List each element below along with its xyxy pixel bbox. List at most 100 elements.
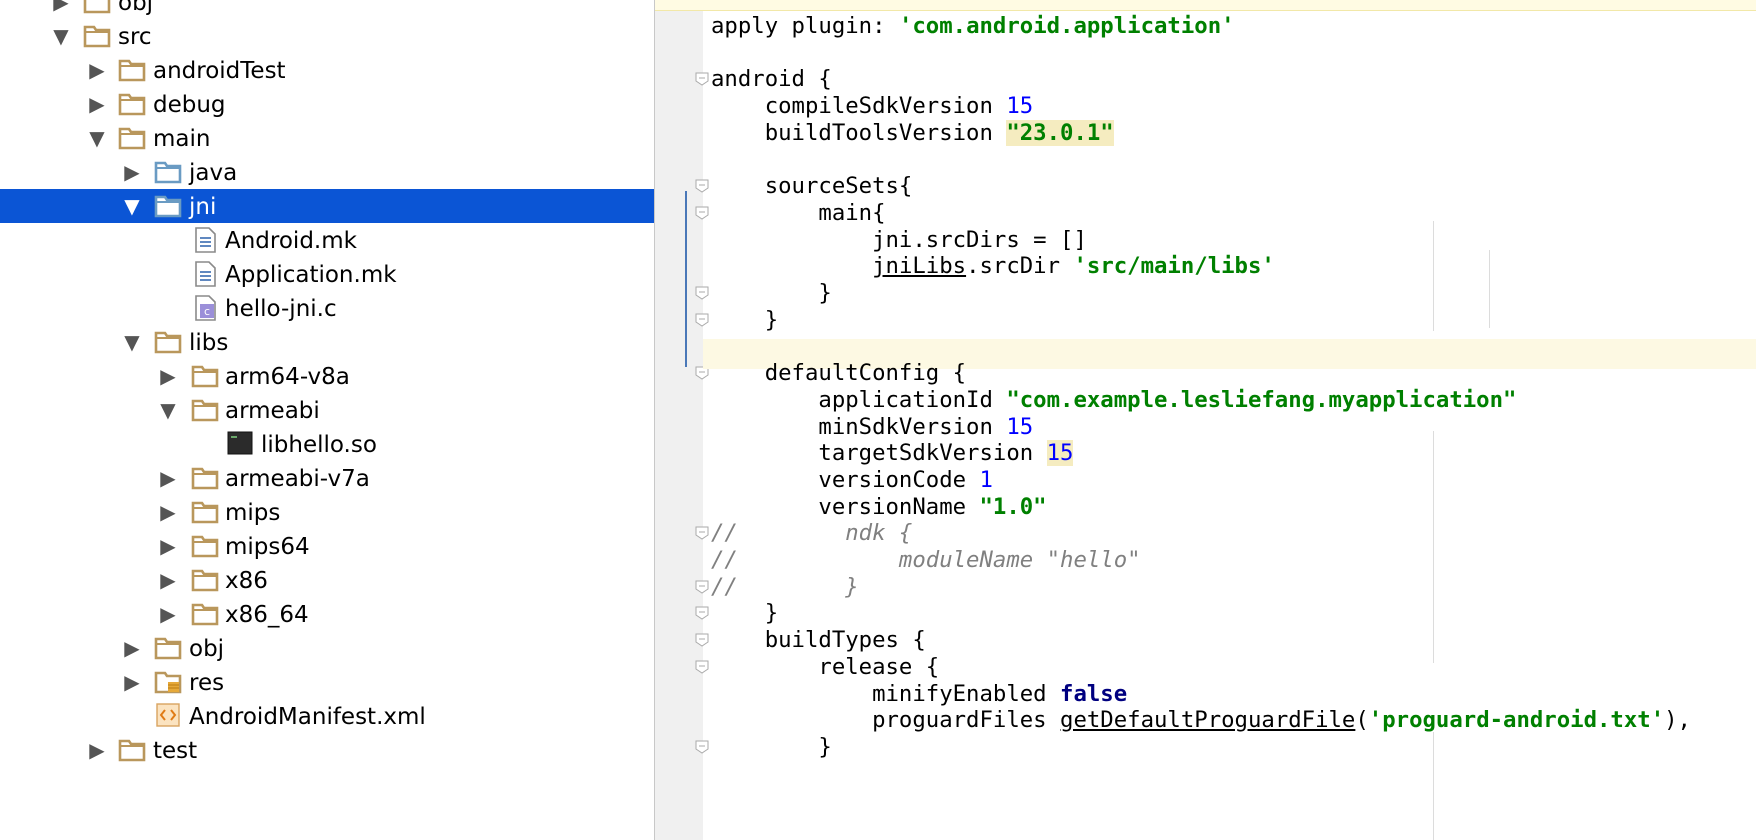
collapsed-arrow-icon[interactable]: ▶ <box>158 599 178 629</box>
string-token: "1.0" <box>979 493 1047 520</box>
code-token: compileSdkVersion <box>711 93 1007 120</box>
code-line[interactable]: release { <box>711 652 939 682</box>
tree-item-x86[interactable]: ▶ x86 <box>0 563 654 597</box>
fold-marker-icon[interactable] <box>695 660 709 674</box>
collapsed-arrow-icon[interactable]: ▶ <box>158 531 178 561</box>
svg-text:c: c <box>204 305 210 318</box>
fold-marker-icon[interactable] <box>695 206 709 220</box>
tree-item-androidmanifest-xml[interactable]: AndroidManifest.xml <box>0 699 654 733</box>
expanded-arrow-icon[interactable]: ▼ <box>122 327 142 357</box>
tree-item-libhello-so[interactable]: libhello.so <box>0 427 654 461</box>
collapsed-arrow-icon[interactable]: ▶ <box>158 565 178 595</box>
code-line[interactable]: minSdkVersion 15 <box>711 412 1033 442</box>
collapsed-arrow-icon[interactable]: ▶ <box>122 633 142 663</box>
fold-marker-icon[interactable] <box>695 740 709 754</box>
tree-item-arm64-v8a[interactable]: ▶ arm64-v8a <box>0 359 654 393</box>
code-line[interactable]: jni.srcDirs = [] <box>711 225 1087 255</box>
expanded-arrow-icon[interactable]: ▼ <box>158 395 178 425</box>
tree-item-mips64[interactable]: ▶ mips64 <box>0 529 654 563</box>
code-token: } <box>711 733 832 760</box>
collapsed-arrow-icon[interactable]: ▶ <box>87 55 107 85</box>
tree-item-java[interactable]: ▶ java <box>0 155 654 189</box>
code-token: sourceSets{ <box>711 173 913 200</box>
tree-item-test[interactable]: ▶ test <box>0 733 654 767</box>
code-line[interactable]: apply plugin: 'com.android.application' <box>711 11 1235 41</box>
tree-item-label: test <box>153 738 198 764</box>
code-line[interactable]: buildToolsVersion "23.0.1" <box>711 118 1114 148</box>
code-line[interactable]: android { <box>711 64 832 94</box>
fold-marker-icon[interactable] <box>695 179 709 193</box>
code-line[interactable]: jniLibs.srcDir 'src/main/libs' <box>711 251 1275 281</box>
expanded-arrow-icon[interactable]: ▼ <box>122 191 142 221</box>
binary-file-icon <box>226 430 254 455</box>
code-line[interactable]: } <box>711 732 832 762</box>
fold-marker-icon[interactable] <box>695 633 709 647</box>
code-token: minSdkVersion <box>711 413 1007 440</box>
collapsed-arrow-icon[interactable]: ▶ <box>158 361 178 391</box>
code-token: .srcDir <box>966 253 1074 280</box>
number-token: 15 <box>1006 93 1034 120</box>
tree-item-hello-jni-c[interactable]: c hello-jni.c <box>0 291 654 325</box>
tree-item-jni[interactable]: ▼ jni <box>0 189 654 223</box>
tree-item-label: hello-jni.c <box>225 296 337 322</box>
collapsed-arrow-icon[interactable]: ▶ <box>122 157 142 187</box>
code-line[interactable]: // ndk { <box>711 518 912 548</box>
code-line[interactable]: targetSdkVersion 15 <box>711 438 1074 468</box>
code-token: } <box>711 280 832 306</box>
fold-marker-icon[interactable] <box>695 313 709 327</box>
code-line[interactable]: applicationId "com.example.lesliefang.my… <box>711 385 1516 415</box>
code-token: proguardFiles <box>711 707 1061 734</box>
tree-item-label: Application.mk <box>225 262 397 288</box>
expanded-arrow-icon[interactable]: ▼ <box>51 21 71 51</box>
code-token: main{ <box>711 199 886 226</box>
fold-marker-icon[interactable] <box>695 580 709 594</box>
tree-item-debug[interactable]: ▶ debug <box>0 87 654 121</box>
code-line[interactable]: buildTypes { <box>711 625 926 655</box>
collapsed-arrow-icon[interactable]: ▶ <box>87 735 107 765</box>
code-line[interactable]: sourceSets{ <box>711 171 913 201</box>
collapsed-arrow-icon[interactable]: ▶ <box>87 89 107 119</box>
indent-guide <box>1433 221 1434 331</box>
code-line[interactable]: // moduleName "hello" <box>711 545 1141 575</box>
code-token: : <box>872 13 899 39</box>
collapsed-arrow-icon[interactable]: ▶ <box>122 667 142 697</box>
code-line[interactable]: minifyEnabled false <box>711 679 1127 709</box>
tree-item-obj[interactable]: ▶ obj <box>0 0 654 19</box>
code-editor[interactable]: apply plugin: 'com.android.application' a… <box>655 0 1756 840</box>
fold-marker-icon[interactable] <box>695 526 709 540</box>
tree-item-main[interactable]: ▼ main <box>0 121 654 155</box>
fold-marker-icon[interactable] <box>695 606 709 620</box>
tree-item-application-mk[interactable]: Application.mk <box>0 257 654 291</box>
folder-icon <box>191 568 219 592</box>
code-line[interactable]: // } <box>711 572 859 602</box>
fold-marker-icon[interactable] <box>695 286 709 300</box>
folder-icon <box>191 534 219 558</box>
tree-item-libs[interactable]: ▼ libs <box>0 325 654 359</box>
tree-item-x86-64[interactable]: ▶ x86_64 <box>0 597 654 631</box>
code-line[interactable]: defaultConfig { <box>711 358 966 388</box>
code-line[interactable]: main{ <box>711 198 886 228</box>
code-line[interactable]: proguardFiles getDefaultProguardFile('pr… <box>711 705 1691 735</box>
code-line[interactable]: compileSdkVersion 15 <box>711 91 1034 121</box>
tree-item-obj[interactable]: ▶ obj <box>0 631 654 665</box>
tree-item-android-mk[interactable]: Android.mk <box>0 223 654 257</box>
tree-item-androidtest[interactable]: ▶ androidTest <box>0 53 654 87</box>
fold-marker-icon[interactable] <box>695 72 709 86</box>
code-token: jniLibs <box>872 253 967 280</box>
code-line[interactable]: versionName "1.0" <box>711 492 1047 522</box>
collapsed-arrow-icon[interactable]: ▶ <box>158 463 178 493</box>
tree-item-res[interactable]: ▶ res <box>0 665 654 699</box>
collapsed-arrow-icon[interactable]: ▶ <box>51 0 71 17</box>
code-line[interactable]: } <box>711 278 832 308</box>
folder-icon <box>118 92 146 116</box>
code-line[interactable]: versionCode 1 <box>711 465 993 495</box>
tree-item-mips[interactable]: ▶ mips <box>0 495 654 529</box>
expanded-arrow-icon[interactable]: ▼ <box>87 123 107 153</box>
code-line[interactable]: } <box>711 305 778 335</box>
code-line[interactable]: } <box>711 598 778 628</box>
tree-item-armeabi-v7a[interactable]: ▶ armeabi-v7a <box>0 461 654 495</box>
tree-item-src[interactable]: ▼ src <box>0 19 654 53</box>
collapsed-arrow-icon[interactable]: ▶ <box>158 497 178 527</box>
tree-item-armeabi[interactable]: ▼ armeabi <box>0 393 654 427</box>
code-token: versionName <box>711 493 980 520</box>
